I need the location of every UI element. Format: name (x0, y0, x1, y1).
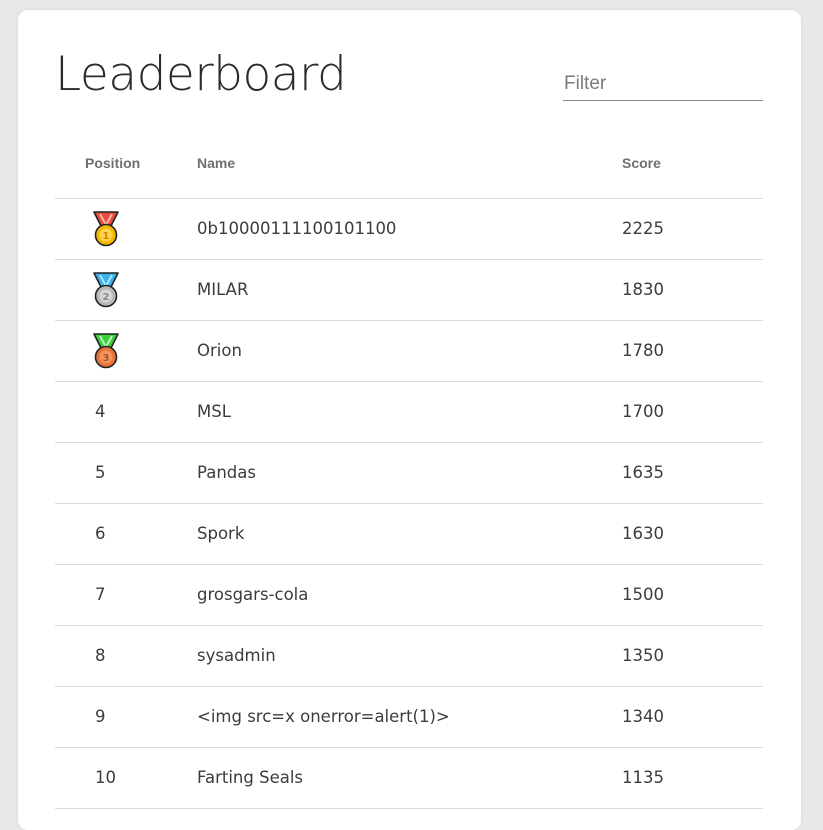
player-name: grosgars-cola (197, 585, 309, 604)
player-position: 9 (95, 707, 106, 726)
table-row: 6 Spork 1630 (55, 504, 763, 565)
player-position: 6 (95, 524, 106, 543)
position-header[interactable]: Position (85, 155, 140, 171)
player-name: MILAR (197, 280, 249, 299)
player-name: 0b10000111100101100 (197, 219, 397, 238)
player-position: 4 (95, 402, 106, 421)
player-position: 5 (95, 463, 106, 482)
player-score: 2225 (622, 219, 664, 238)
table-row: 4 MSL 1700 (55, 382, 763, 443)
player-name: <img src=x onerror=alert(1)> (197, 707, 450, 726)
player-score: 1630 (622, 524, 664, 543)
leaderboard-table: Position Name Score 1 0b1000011110010110… (55, 138, 763, 809)
leaderboard-card: Leaderboard Position Name Score 1 0b1000… (18, 10, 801, 830)
table-row: 5 Pandas 1635 (55, 443, 763, 504)
filter-input[interactable] (563, 68, 763, 101)
player-position: 10 (95, 768, 116, 787)
svg-text:3: 3 (103, 353, 110, 364)
table-header: Position Name Score (55, 138, 763, 199)
name-header[interactable]: Name (197, 155, 235, 171)
page-title: Leaderboard (55, 47, 347, 102)
table-row: 8 sysadmin 1350 (55, 626, 763, 687)
svg-text:2: 2 (103, 292, 110, 303)
player-score: 1830 (622, 280, 664, 299)
player-score: 1700 (622, 402, 664, 421)
player-position: 7 (95, 585, 106, 604)
player-position: 8 (95, 646, 106, 665)
player-name: MSL (197, 402, 231, 421)
player-name: Orion (197, 341, 242, 360)
player-name: Pandas (197, 463, 256, 482)
player-name: sysadmin (197, 646, 276, 665)
player-score: 1340 (622, 707, 664, 726)
table-row: 7 grosgars-cola 1500 (55, 565, 763, 626)
player-score: 1635 (622, 463, 664, 482)
player-name: Spork (197, 524, 245, 543)
table-row: 3 Orion 1780 (55, 321, 763, 382)
player-score: 1780 (622, 341, 664, 360)
player-score: 1135 (622, 768, 664, 787)
svg-text:1: 1 (103, 231, 110, 242)
player-name: Farting Seals (197, 768, 304, 787)
player-score: 1350 (622, 646, 664, 665)
silver-medal-icon: 2 (93, 272, 119, 308)
bronze-medal-icon: 3 (93, 333, 119, 369)
gold-medal-icon: 1 (93, 211, 119, 247)
score-header[interactable]: Score (622, 155, 661, 171)
table-row: 9 <img src=x onerror=alert(1)> 1340 (55, 687, 763, 748)
table-row: 1 0b10000111100101100 2225 (55, 199, 763, 260)
table-row: 2 MILAR 1830 (55, 260, 763, 321)
player-score: 1500 (622, 585, 664, 604)
table-row: 10 Farting Seals 1135 (55, 748, 763, 809)
